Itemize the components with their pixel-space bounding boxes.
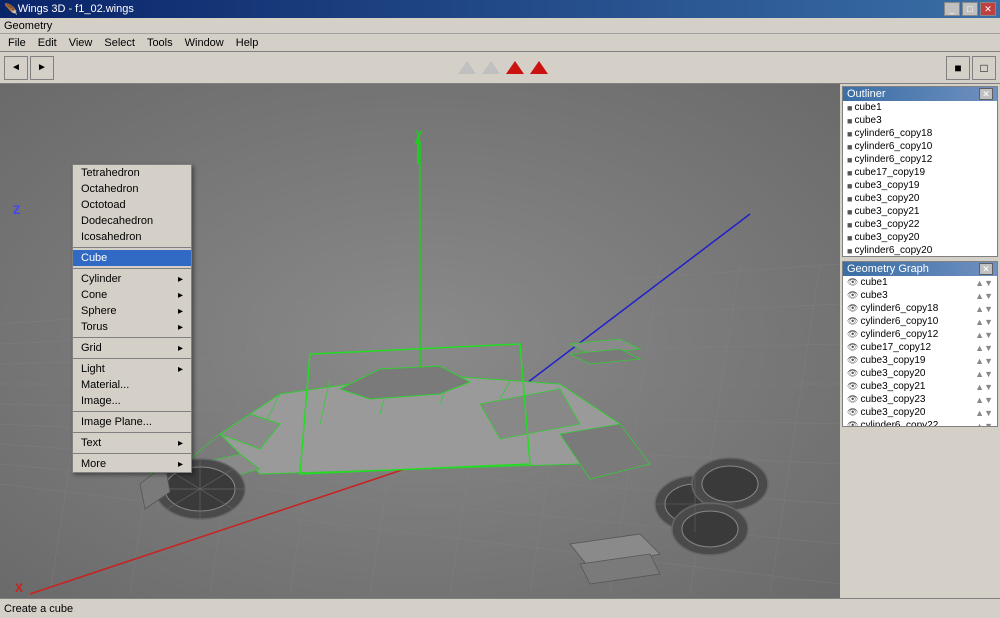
- outliner-close-btn[interactable]: ✕: [979, 88, 993, 100]
- geograph-item[interactable]: 👁cube17_copy12▲▼: [843, 341, 997, 354]
- ctx-sep-6: [73, 432, 191, 433]
- geograph-item[interactable]: 👁cylinder6_copy22▲▼: [843, 419, 997, 426]
- window-controls: _ □ ✕: [944, 2, 996, 16]
- geograph-item[interactable]: 👁cube1▲▼: [843, 276, 997, 289]
- ctx-image[interactable]: Image...: [73, 393, 191, 409]
- ctx-sphere[interactable]: Sphere▸: [73, 303, 191, 319]
- view-btn-2[interactable]: □: [972, 56, 996, 80]
- ctx-sep-7: [73, 453, 191, 454]
- ctx-light[interactable]: Light▸: [73, 361, 191, 377]
- svg-text:Z: Z: [13, 203, 20, 217]
- title-icon: 🪶: [4, 3, 18, 16]
- outliner-content: ■cube1 ■cube3 ■cylinder6_copy18 ■cylinde…: [843, 101, 997, 256]
- ctx-image-plane[interactable]: Image Plane...: [73, 414, 191, 430]
- outliner-item[interactable]: ■cube1: [843, 101, 997, 114]
- tri-btn-1[interactable]: [458, 61, 476, 74]
- geograph-title: Geometry Graph: [847, 263, 929, 275]
- tri-btn-2[interactable]: [482, 61, 500, 74]
- geograph-item[interactable]: 👁cube3_copy23▲▼: [843, 393, 997, 406]
- outliner-item[interactable]: ■cube3_copy20: [843, 231, 997, 244]
- statusbar: Create a cube: [0, 598, 1000, 618]
- ctx-sep-3: [73, 337, 191, 338]
- svg-text:X: X: [15, 581, 23, 595]
- minimize-button[interactable]: _: [944, 2, 960, 16]
- toolbar-right-arrow[interactable]: ►: [30, 56, 54, 80]
- geograph-item[interactable]: 👁cylinder6_copy12▲▼: [843, 328, 997, 341]
- geograph-item[interactable]: 👁cylinder6_copy10▲▼: [843, 315, 997, 328]
- ctx-cube[interactable]: Cube: [73, 250, 191, 266]
- ctx-sep-1: [73, 247, 191, 248]
- tri-btn-3[interactable]: [506, 61, 524, 74]
- ctx-icosahedron[interactable]: Icosahedron: [73, 229, 191, 245]
- ctx-grid[interactable]: Grid▸: [73, 340, 191, 356]
- ctx-torus[interactable]: Torus▸: [73, 319, 191, 335]
- ctx-material[interactable]: Material...: [73, 377, 191, 393]
- toolbar-left-arrow[interactable]: ◄: [4, 56, 28, 80]
- geograph-panel: Geometry Graph ✕ 👁cube1▲▼ 👁cube3▲▼ 👁cyli…: [842, 261, 998, 427]
- toolbar: ◄ ► ■ □: [0, 52, 1000, 84]
- outliner-item[interactable]: ■cylinder6_copy10: [843, 140, 997, 153]
- geograph-item[interactable]: 👁cube3▲▼: [843, 289, 997, 302]
- geograph-item[interactable]: 👁cube3_copy20▲▼: [843, 406, 997, 419]
- titlebar: 🪶 Wings 3D - f1_02.wings _ □ ✕: [0, 0, 1000, 18]
- menu-tools[interactable]: Tools: [141, 36, 179, 50]
- geograph-item[interactable]: 👁cylinder6_copy18▲▼: [843, 302, 997, 315]
- outliner-header: Outliner ✕: [843, 87, 997, 101]
- menu-edit[interactable]: Edit: [32, 36, 63, 50]
- menubar: File Edit View Select Tools Window Help: [0, 34, 1000, 52]
- geograph-item[interactable]: 👁cube3_copy20▲▼: [843, 367, 997, 380]
- outliner-panel: Outliner ✕ ■cube1 ■cube3 ■cylinder6_copy…: [842, 86, 998, 257]
- geograph-item[interactable]: 👁cube3_copy21▲▼: [843, 380, 997, 393]
- ctx-octahedron[interactable]: Octahedron: [73, 181, 191, 197]
- viewport-3d[interactable]: X Y Z: [0, 84, 840, 598]
- ctx-sep-5: [73, 411, 191, 412]
- ctx-sep-4: [73, 358, 191, 359]
- outliner-item[interactable]: ■cylinder6_copy20: [843, 244, 997, 256]
- tri-btn-4[interactable]: [530, 61, 548, 74]
- right-panels: Outliner ✕ ■cube1 ■cube3 ■cylinder6_copy…: [840, 84, 1000, 598]
- menu-window[interactable]: Window: [179, 36, 230, 50]
- ctx-cylinder[interactable]: Cylinder▸: [73, 271, 191, 287]
- menu-select[interactable]: Select: [98, 36, 141, 50]
- geograph-item[interactable]: 👁cube3_copy19▲▼: [843, 354, 997, 367]
- menu-file[interactable]: File: [2, 36, 32, 50]
- ctx-text[interactable]: Text▸: [73, 435, 191, 451]
- window-submenu-label: Geometry: [4, 20, 52, 32]
- window-title: Wings 3D - f1_02.wings: [18, 3, 134, 15]
- menu-help[interactable]: Help: [230, 36, 265, 50]
- outliner-item[interactable]: ■cube3_copy20: [843, 192, 997, 205]
- outliner-item[interactable]: ■cube3_copy22: [843, 218, 997, 231]
- ctx-more[interactable]: More▸: [73, 456, 191, 472]
- ctx-tetrahedron[interactable]: Tetrahedron: [73, 165, 191, 181]
- outliner-item[interactable]: ■cube3_copy19: [843, 179, 997, 192]
- geograph-close-btn[interactable]: ✕: [979, 263, 993, 275]
- outliner-item[interactable]: ■cylinder6_copy12: [843, 153, 997, 166]
- outliner-title: Outliner: [847, 88, 886, 100]
- maximize-button[interactable]: □: [962, 2, 978, 16]
- geograph-content: 👁cube1▲▼ 👁cube3▲▼ 👁cylinder6_copy18▲▼ 👁c…: [843, 276, 997, 426]
- outliner-item[interactable]: ■cube3_copy21: [843, 205, 997, 218]
- status-text: Create a cube: [4, 603, 73, 615]
- menu-view[interactable]: View: [63, 36, 99, 50]
- ctx-sep-2: [73, 268, 191, 269]
- context-menu[interactable]: Tetrahedron Octahedron Octotoad Dodecahe…: [72, 164, 192, 473]
- close-button[interactable]: ✕: [980, 2, 996, 16]
- ctx-octotoad[interactable]: Octotoad: [73, 197, 191, 213]
- outliner-item[interactable]: ■cube3: [843, 114, 997, 127]
- geograph-header: Geometry Graph ✕: [843, 262, 997, 276]
- ctx-dodecahedron[interactable]: Dodecahedron: [73, 213, 191, 229]
- outliner-item[interactable]: ■cube17_copy19: [843, 166, 997, 179]
- outliner-item[interactable]: ■cylinder6_copy18: [843, 127, 997, 140]
- ctx-cone[interactable]: Cone▸: [73, 287, 191, 303]
- main-area: X Y Z: [0, 84, 1000, 598]
- view-btn-1[interactable]: ■: [946, 56, 970, 80]
